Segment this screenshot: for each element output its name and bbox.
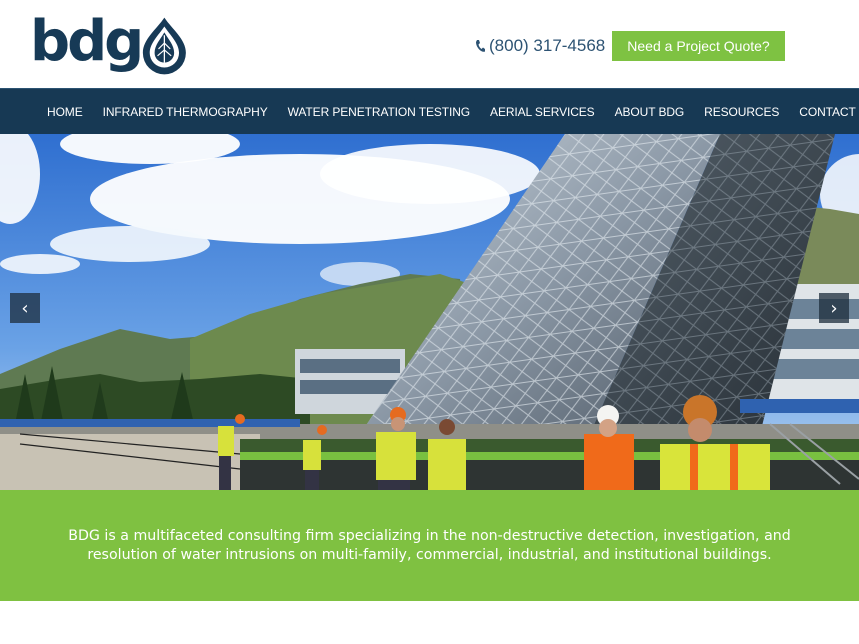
phone-text: (800) 317-4568 xyxy=(489,36,606,55)
project-quote-button[interactable]: Need a Project Quote? xyxy=(612,31,785,61)
slider-prev-button[interactable]: ‹ xyxy=(10,293,40,323)
nav-item-water-penetration-testing[interactable]: WATER PENETRATION TESTING xyxy=(278,105,480,119)
leaf-drop-icon xyxy=(143,17,187,75)
intro-banner: BDG is a multifaceted consulting firm sp… xyxy=(0,490,859,601)
nav-item-infrared-thermography[interactable]: INFRARED THERMOGRAPHY xyxy=(93,105,278,119)
phone-icon xyxy=(476,39,485,52)
nav-item-home[interactable]: HOME xyxy=(37,105,93,119)
nav-item-resources[interactable]: RESOURCES xyxy=(694,105,789,119)
chevron-left-icon: ‹ xyxy=(21,297,29,319)
nav-item-aerial-services[interactable]: AERIAL SERVICES xyxy=(480,105,605,119)
phone-number[interactable]: (800) 317-4568 xyxy=(474,36,605,56)
bdg-logo[interactable]: bdg xyxy=(30,10,192,82)
intro-text: BDG is a multifaceted consulting firm sp… xyxy=(68,527,791,563)
hero-image xyxy=(0,134,859,490)
hero-slider: ‹ › xyxy=(0,134,859,490)
chevron-right-icon: › xyxy=(830,297,838,319)
logo-wordmark: bdg xyxy=(30,9,144,74)
main-nav: HOME INFRARED THERMOGRAPHY WATER PENETRA… xyxy=(0,88,859,135)
site-header: bdg (800) 317-4568 Need a Project Quote? xyxy=(0,0,859,88)
slider-next-button[interactable]: › xyxy=(819,293,849,323)
nav-item-contact-us[interactable]: CONTACT US xyxy=(789,105,859,119)
nav-item-about-bdg[interactable]: ABOUT BDG xyxy=(605,105,695,119)
